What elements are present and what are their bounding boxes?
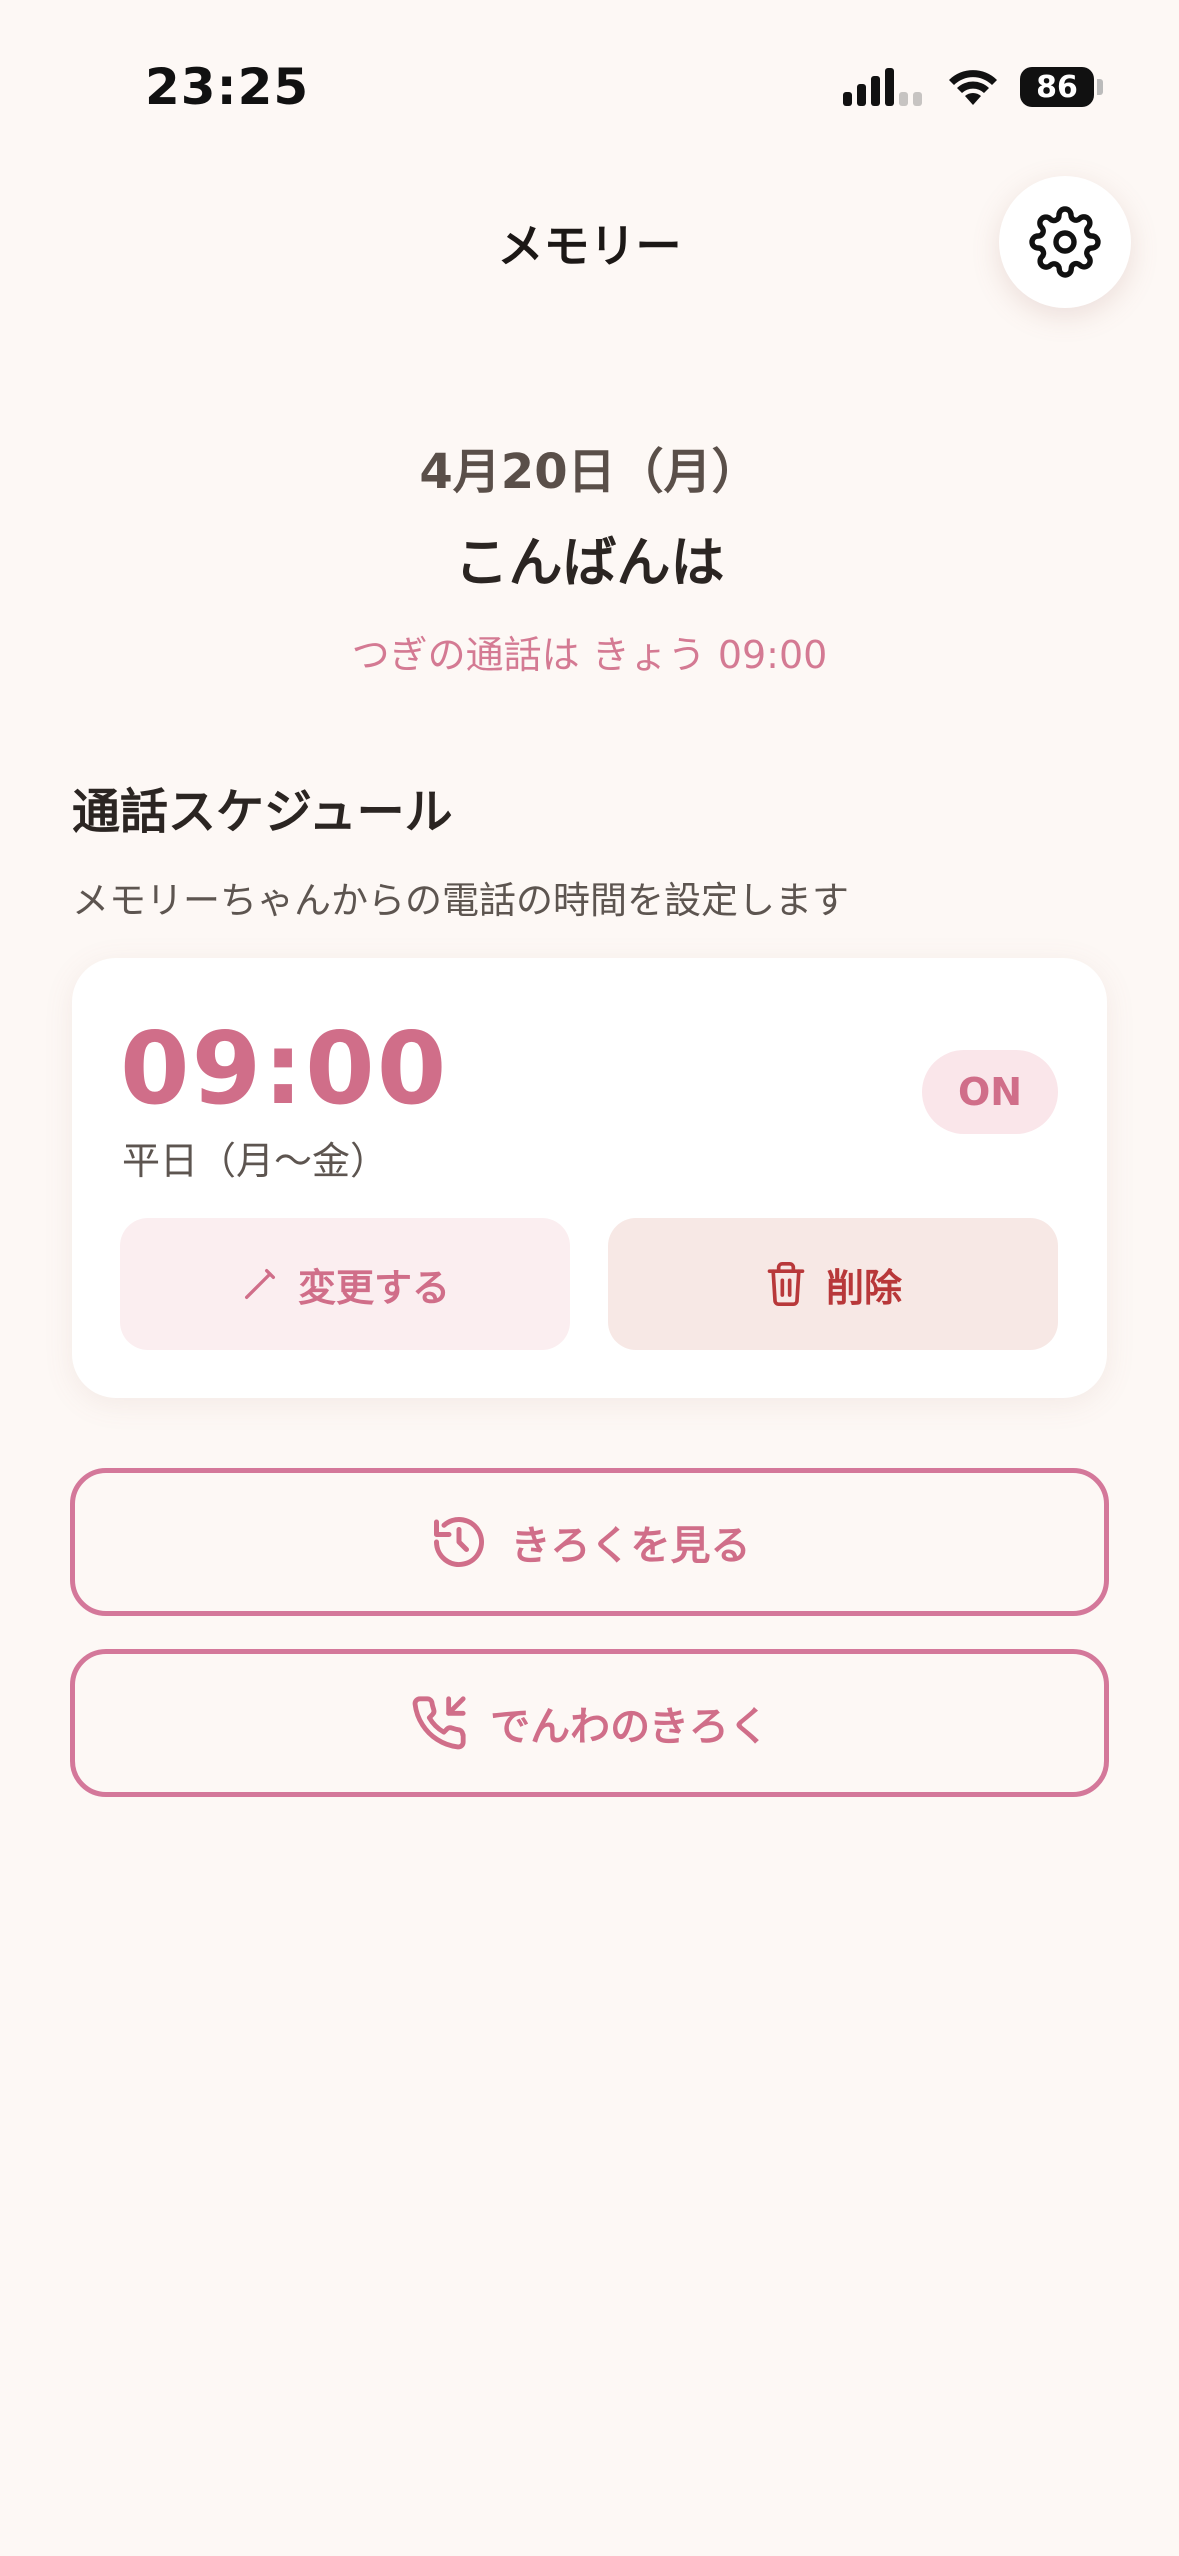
battery-icon: 86 [1020,67,1103,107]
schedule-card: 09:00 平日（月〜金） ON 変更する 削除 [72,958,1107,1398]
settings-button[interactable] [999,176,1131,308]
gear-icon [1029,206,1101,278]
pencil-icon [244,1269,275,1299]
call-log-button[interactable]: でんわのきろく [70,1649,1109,1797]
call-log-button-label: でんわのきろく [490,1704,769,1750]
current-date: 4月20日（月） [419,444,760,500]
cellular-signal-icon [843,68,922,106]
trash-icon [767,1262,805,1306]
schedule-time: 09:00 [120,1010,449,1127]
phone-incoming-icon [412,1696,466,1750]
view-history-button[interactable]: きろくを見る [70,1468,1109,1616]
battery-level: 86 [1020,67,1094,107]
status-time: 23:25 [145,58,310,116]
edit-button-label: 変更する [297,1265,450,1310]
history-button-label: きろくを見る [510,1523,751,1569]
schedule-toggle[interactable]: ON [922,1050,1058,1134]
wifi-icon [949,70,997,105]
greeting-message: こんばんは [454,531,725,594]
schedule-days: 平日（月〜金） [122,1139,389,1183]
next-call-info: つぎの通話は きょう 09:00 [351,633,828,677]
app-screen: 23:25 86 メモリー 4月20日（月） こんばんは つぎの通話は きょう … [0,0,1179,2556]
status-icons: 86 [843,64,1103,110]
schedule-section-title: 通話スケジュール [72,784,453,840]
edit-schedule-button[interactable]: 変更する [120,1218,570,1350]
delete-schedule-button[interactable]: 削除 [608,1218,1058,1350]
history-icon [433,1517,484,1568]
delete-button-label: 削除 [825,1265,902,1310]
schedule-section-description: メモリーちゃんからの電話の時間を設定します [72,879,849,922]
